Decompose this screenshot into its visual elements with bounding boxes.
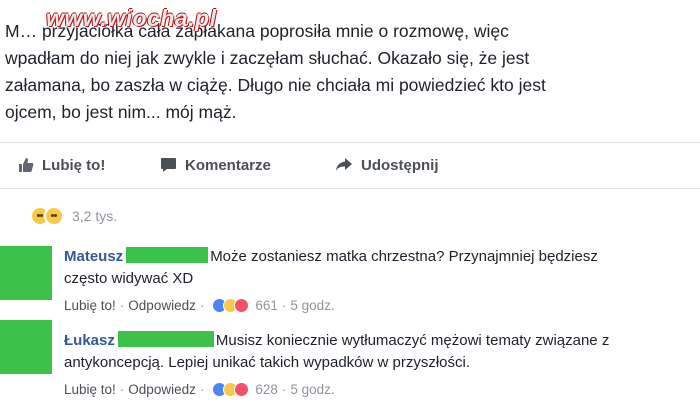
comment-text: Może zostaniesz matka chrzestna? Przynaj… <box>210 248 598 265</box>
comment-like-link[interactable]: Lubię to! <box>64 382 116 397</box>
watermark: www.wiocha.pl <box>46 5 217 31</box>
comment-text: Musisz koniecznie wytłumaczyć mężowi tem… <box>215 332 610 349</box>
comment-text: antykoncepcją. Lepiej unikać takich wypa… <box>64 354 471 371</box>
comment-body: Łukasz Musisz koniecznie wytłumaczyć mężo… <box>64 330 684 374</box>
divider <box>0 142 700 143</box>
share-label: Udostępnij <box>361 156 439 174</box>
love-reaction-icon <box>234 298 250 313</box>
comment-reaction-count: 661 <box>255 298 278 313</box>
avatar[interactable] <box>0 320 52 374</box>
love-reaction-icon <box>234 382 250 397</box>
share-icon <box>336 158 352 171</box>
comment-body: Mateusz Może zostaniesz matka chrzestna? … <box>64 246 684 290</box>
share-button[interactable]: Udostępnij <box>335 153 439 177</box>
comment-reactions-icon[interactable] <box>212 382 250 397</box>
comment-like-link[interactable]: Lubię to! <box>64 298 116 313</box>
separator: · <box>119 382 125 397</box>
separator: · <box>199 298 205 313</box>
comment-meta: Lubię to! · Odpowiedz · 661 · 5 godz. <box>64 298 335 313</box>
censor-block <box>117 331 214 347</box>
like-label: Lubię to! <box>42 156 106 174</box>
thumbs-up-icon <box>19 158 34 172</box>
separator: · <box>199 382 205 397</box>
comment-reply-link[interactable]: Odpowiedz <box>128 298 196 313</box>
comment-label: Komentarze <box>185 156 271 174</box>
post-line: ojcem, bo jest nim... mój mąż. <box>5 102 237 122</box>
comment-reply-link[interactable]: Odpowiedz <box>128 382 196 397</box>
censor-block <box>126 247 209 263</box>
divider <box>0 188 700 189</box>
comment-reactions-icon[interactable] <box>212 298 250 313</box>
reaction-summary[interactable]: 3,2 tys. <box>30 206 117 226</box>
comment-icon <box>161 158 176 172</box>
reaction-count: 3,2 tys. <box>72 208 118 224</box>
sad-emoji-icon <box>44 206 64 226</box>
separator: · <box>281 298 287 313</box>
comment-author[interactable]: Mateusz <box>64 248 123 265</box>
comment-meta: Lubię to! · Odpowiedz · 628 · 5 godz. <box>64 382 335 397</box>
avatar[interactable] <box>0 246 52 300</box>
action-bar: Lubię to! Komentarze Udostępnij <box>0 150 700 180</box>
separator: · <box>281 382 287 397</box>
comment-reaction-count: 628 <box>255 382 278 397</box>
comment-button[interactable]: Komentarze <box>160 153 271 177</box>
comment-time: 5 godz. <box>290 382 335 397</box>
comment-time: 5 godz. <box>290 298 335 313</box>
comment-text: często widywać XD <box>64 270 194 287</box>
separator: · <box>119 298 125 313</box>
like-button[interactable]: Lubię to! <box>18 153 105 177</box>
post-line: wpadłam do niej jak zwykle i zaczęłam sł… <box>5 48 530 68</box>
comment-author[interactable]: Łukasz <box>64 332 115 349</box>
post-line: załamana, bo zaszła w ciążę. Długo nie c… <box>5 75 546 95</box>
post-text: M… przyjaciółka cała zapłakana poprosiła… <box>5 18 690 126</box>
